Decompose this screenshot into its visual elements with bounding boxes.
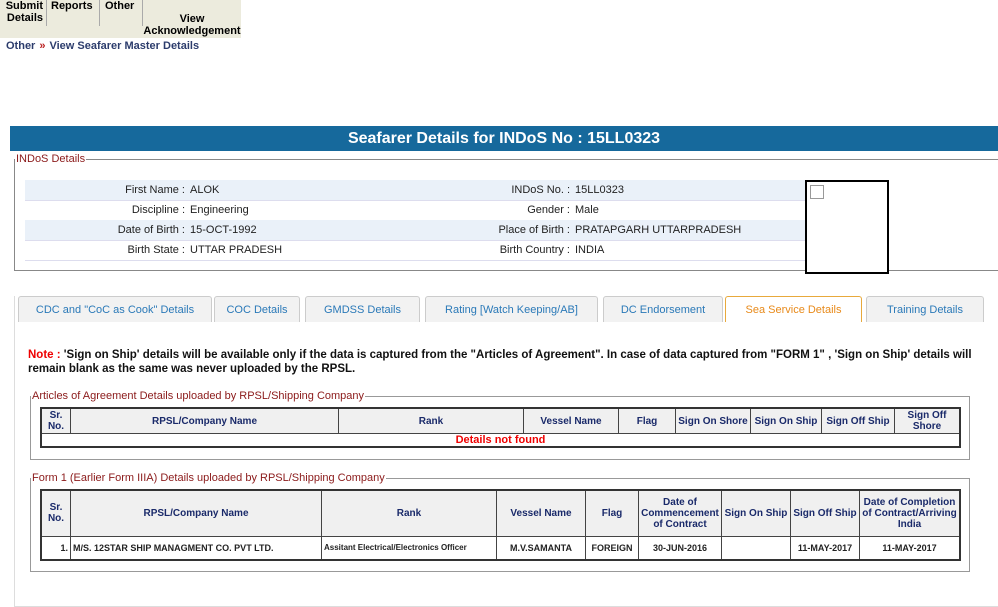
tab-rating[interactable]: Rating [Watch Keeping/AB] — [425, 296, 598, 322]
label: Gender : — [527, 204, 570, 216]
cell-completion: 11-MAY-2017 — [859, 535, 961, 561]
label: Discipline : — [131, 204, 185, 216]
col-header: Sign Off Shore — [894, 407, 961, 434]
indos-details: INDoS Details First Name : ALOK INDoS No. … — [14, 153, 998, 274]
breadcrumb-current: View Seafarer Master Details — [49, 40, 200, 52]
col-header: Rank — [321, 489, 497, 537]
cell-sign-on-ship — [721, 535, 791, 561]
note-label: Note : — [28, 349, 61, 361]
col-header: Sign On Shore — [675, 407, 751, 434]
tab-gmdss[interactable]: GMDSS Details — [305, 296, 420, 322]
col-header: Flag — [585, 489, 639, 537]
col-header: Sr. No. — [40, 489, 71, 537]
articles-legend: Articles of Agreement Details uploaded b… — [32, 390, 365, 402]
broken-image-icon — [810, 185, 824, 199]
form1-table: Sr. No. RPSL/Company Name Rank Vessel Name F… — [40, 489, 961, 561]
cell-rank: Assitant Electrical/Electronics Officer — [321, 535, 497, 561]
note-text: 'Sign on Ship' details will be available… — [28, 349, 972, 375]
table-row: 1. M/S. 12STAR SHIP MANAGMENT CO. PVT LTD… — [40, 535, 961, 561]
articles-table: Sr. No. RPSL/Company Name Rank Vessel Name F… — [40, 407, 961, 448]
value: Male — [575, 204, 599, 216]
value: 15LL0323 — [575, 184, 624, 196]
col-header: Date of Completion of Contract/Arriving … — [859, 489, 961, 537]
col-header: Sign Off Ship — [821, 407, 895, 434]
value: PRATAPGARH UTTARPRADESH — [575, 224, 742, 236]
tab-coc[interactable]: COC Details — [214, 296, 300, 322]
form1-legend: Form 1 (Earlier Form IIIA) Details uploa… — [32, 472, 385, 484]
note: Note : 'Sign on Ship' details will be av… — [28, 348, 978, 376]
col-header: Vessel Name — [496, 489, 586, 537]
value: UTTAR PRADESH — [190, 244, 283, 256]
label: INDoS No. : — [511, 184, 570, 196]
cell-sign-off-ship: 11-MAY-2017 — [790, 535, 860, 561]
menu-other[interactable]: Other — [102, 0, 143, 26]
top-menu: Submit Details Reports Other View Acknow… — [0, 0, 241, 38]
label: Birth Country : — [499, 244, 570, 256]
breadcrumb: Other » View Seafarer Master Details — [6, 40, 199, 52]
info-row: Date of Birth : 15-OCT-1992 Place of Birth… — [25, 220, 805, 241]
cell-company: M/S. 12STAR SHIP MANAGMENT CO. PVT LTD. — [70, 535, 322, 561]
col-header: Sr. No. — [40, 407, 71, 434]
col-header: RPSL/Company Name — [70, 407, 339, 434]
col-header: Rank — [338, 407, 524, 434]
menu-submit-details[interactable]: Submit Details — [0, 0, 47, 26]
label: Place of Birth : — [498, 224, 570, 236]
value: ALOK — [190, 184, 220, 196]
info-row: Birth State : UTTAR PRADESH Birth Country … — [25, 240, 805, 261]
label: First Name : — [125, 184, 185, 196]
menu-view-acknowledgement[interactable]: View Acknowledgement — [140, 13, 244, 39]
empty-message: Details not found — [40, 433, 961, 448]
col-header: Vessel Name — [523, 407, 619, 434]
indos-legend: INDoS Details — [16, 153, 86, 165]
label: Birth State : — [127, 244, 185, 256]
seafarer-photo — [805, 180, 889, 274]
menu-reports[interactable]: Reports — [48, 0, 100, 26]
cell-sr: 1. — [40, 535, 71, 561]
breadcrumb-other[interactable]: Other — [6, 40, 35, 52]
info-row: Discipline : Engineering Gender : Male — [25, 200, 805, 221]
tab-training[interactable]: Training Details — [866, 296, 984, 322]
page-title: Seafarer Details for INDoS No : 15LL0323 — [10, 126, 998, 151]
breadcrumb-separator: » — [39, 40, 46, 52]
cell-flag: FOREIGN — [585, 535, 639, 561]
col-header: Date of Commencement of Contract — [638, 489, 722, 537]
col-header: Flag — [618, 407, 676, 434]
tab-cdc[interactable]: CDC and "CoC as Cook" Details — [18, 296, 212, 322]
cell-vessel: M.V.SAMANTA — [496, 535, 586, 561]
tab-dc-endorsement[interactable]: DC Endorsement — [603, 296, 723, 322]
col-header: Sign Off Ship — [790, 489, 860, 537]
value: 15-OCT-1992 — [190, 224, 257, 236]
label: Date of Birth : — [117, 224, 185, 236]
info-row: First Name : ALOK INDoS No. : 15LL0323 — [25, 180, 805, 201]
value: Engineering — [190, 204, 249, 216]
col-header: RPSL/Company Name — [70, 489, 322, 537]
tab-sea-service[interactable]: Sea Service Details — [725, 296, 862, 322]
cell-commencement: 30-JUN-2016 — [638, 535, 722, 561]
col-header: Sign On Ship — [750, 407, 822, 434]
col-header: Sign On Ship — [721, 489, 791, 537]
value: INDIA — [575, 244, 605, 256]
